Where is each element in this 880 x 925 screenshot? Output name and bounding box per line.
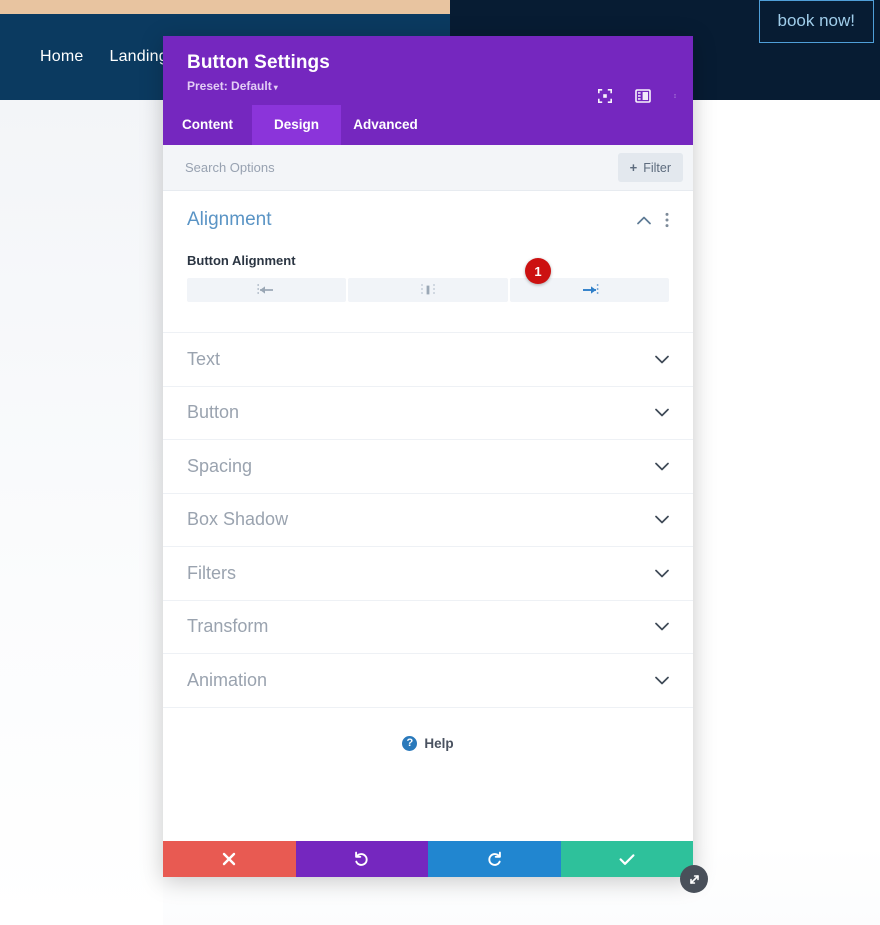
help-link[interactable]: ? Help (163, 708, 693, 751)
help-icon: ? (402, 735, 418, 751)
cancel-button[interactable] (163, 841, 296, 877)
check-icon (619, 853, 635, 865)
section-filters[interactable]: Filters (163, 547, 693, 601)
chevron-down-icon (655, 515, 669, 524)
chevron-down-icon (655, 676, 669, 685)
section-label: Spacing (187, 455, 253, 476)
search-bar: + Filter (163, 145, 693, 191)
search-input[interactable] (185, 160, 465, 175)
section-label: Text (187, 348, 221, 369)
section-transform[interactable]: Transform (163, 601, 693, 654)
plus-icon: + (629, 160, 638, 175)
chevron-down-icon (655, 462, 669, 471)
close-icon (223, 852, 236, 866)
layout-panel-icon[interactable] (635, 88, 651, 104)
top-accent-strip (0, 0, 450, 14)
section-button[interactable]: Button (163, 387, 693, 440)
help-label: Help (424, 735, 454, 751)
align-center-option[interactable] (348, 278, 508, 302)
nav-link-home[interactable]: Home (40, 48, 83, 66)
button-settings-modal: Button Settings Preset: Default ▾ Conten… (163, 36, 708, 893)
resize-diagonal-icon (689, 874, 699, 884)
alignment-group-header[interactable]: Alignment (187, 209, 669, 231)
modal-tabs: Content Design Advanced (163, 105, 693, 145)
redo-icon (488, 851, 501, 866)
chevron-up-icon[interactable] (637, 216, 651, 225)
focus-target-icon[interactable] (597, 88, 613, 104)
book-now-button[interactable]: book now! (758, 0, 874, 43)
button-alignment-label: Button Alignment (187, 253, 296, 268)
filter-button-label: Filter (643, 160, 671, 175)
tab-content[interactable]: Content (163, 105, 252, 145)
section-spacing[interactable]: Spacing (163, 440, 693, 494)
undo-button[interactable] (295, 841, 428, 877)
chevron-down-icon (655, 569, 669, 578)
section-text[interactable]: Text (163, 333, 693, 387)
filter-button[interactable]: + Filter (617, 153, 683, 182)
group-header-actions (637, 212, 669, 228)
align-right-icon (583, 284, 599, 296)
section-label: Animation (187, 669, 268, 690)
preset-label: Preset: Default (187, 79, 272, 93)
tab-design[interactable]: Design (252, 105, 341, 145)
site-nav-links: Home Landing (40, 14, 168, 100)
align-left-icon (257, 284, 273, 296)
modal-footer (163, 841, 708, 893)
chevron-down-icon (655, 355, 669, 364)
resize-handle[interactable] (680, 865, 708, 893)
tab-advanced[interactable]: Advanced (341, 105, 430, 145)
button-alignment-options: 1 (187, 258, 669, 302)
align-center-icon (421, 284, 435, 296)
chevron-down-icon (655, 622, 669, 631)
undo-icon (355, 851, 368, 866)
align-left-option[interactable] (187, 278, 347, 302)
button-alignment-field: Button Alignment 1 (187, 253, 669, 302)
group-more-options-icon[interactable] (665, 212, 669, 228)
more-options-icon[interactable] (673, 88, 677, 104)
modal-header-icons (597, 88, 677, 104)
nav-link-landing[interactable]: Landing (109, 48, 167, 66)
chevron-down-icon (655, 408, 669, 417)
alignment-group: Alignment Button Alignment 1 (163, 191, 693, 312)
redo-button[interactable] (428, 841, 561, 877)
section-label: Transform (187, 616, 269, 637)
modal-title: Button Settings (187, 52, 330, 73)
step-badge: 1 (525, 258, 551, 284)
modal-body: Alignment Button Alignment 1 Text Button… (163, 191, 693, 841)
save-button[interactable] (560, 841, 693, 877)
section-label: Box Shadow (187, 509, 289, 530)
section-animation[interactable]: Animation (163, 654, 693, 708)
group-title: Alignment (187, 209, 272, 230)
section-label: Button (187, 402, 240, 423)
section-box-shadow[interactable]: Box Shadow (163, 494, 693, 547)
chevron-down-icon: ▾ (273, 83, 278, 92)
collapsed-sections: Text Button Spacing Box Shadow Filters T… (163, 332, 693, 708)
modal-header: Button Settings Preset: Default ▾ (163, 36, 693, 105)
section-label: Filters (187, 562, 236, 583)
